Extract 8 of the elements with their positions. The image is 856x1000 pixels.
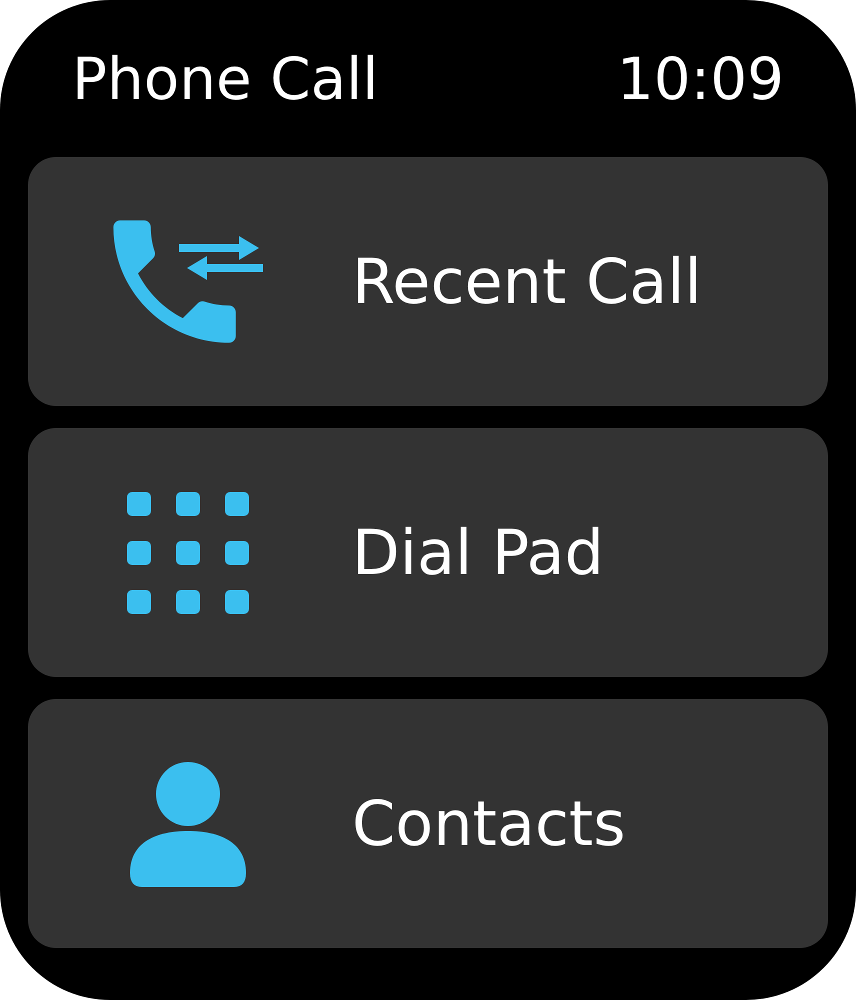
keypad-icon [127, 492, 249, 614]
phone-arrows-icon [113, 220, 263, 344]
screen-title: Phone Call [72, 44, 378, 112]
menu-item[interactable]: Contacts [28, 699, 828, 948]
clock-time: 10:09 [616, 44, 784, 112]
person-icon [130, 760, 246, 886]
menu-item[interactable]: Recent Call [28, 157, 828, 406]
menu-item[interactable]: Dial Pad [28, 428, 828, 677]
